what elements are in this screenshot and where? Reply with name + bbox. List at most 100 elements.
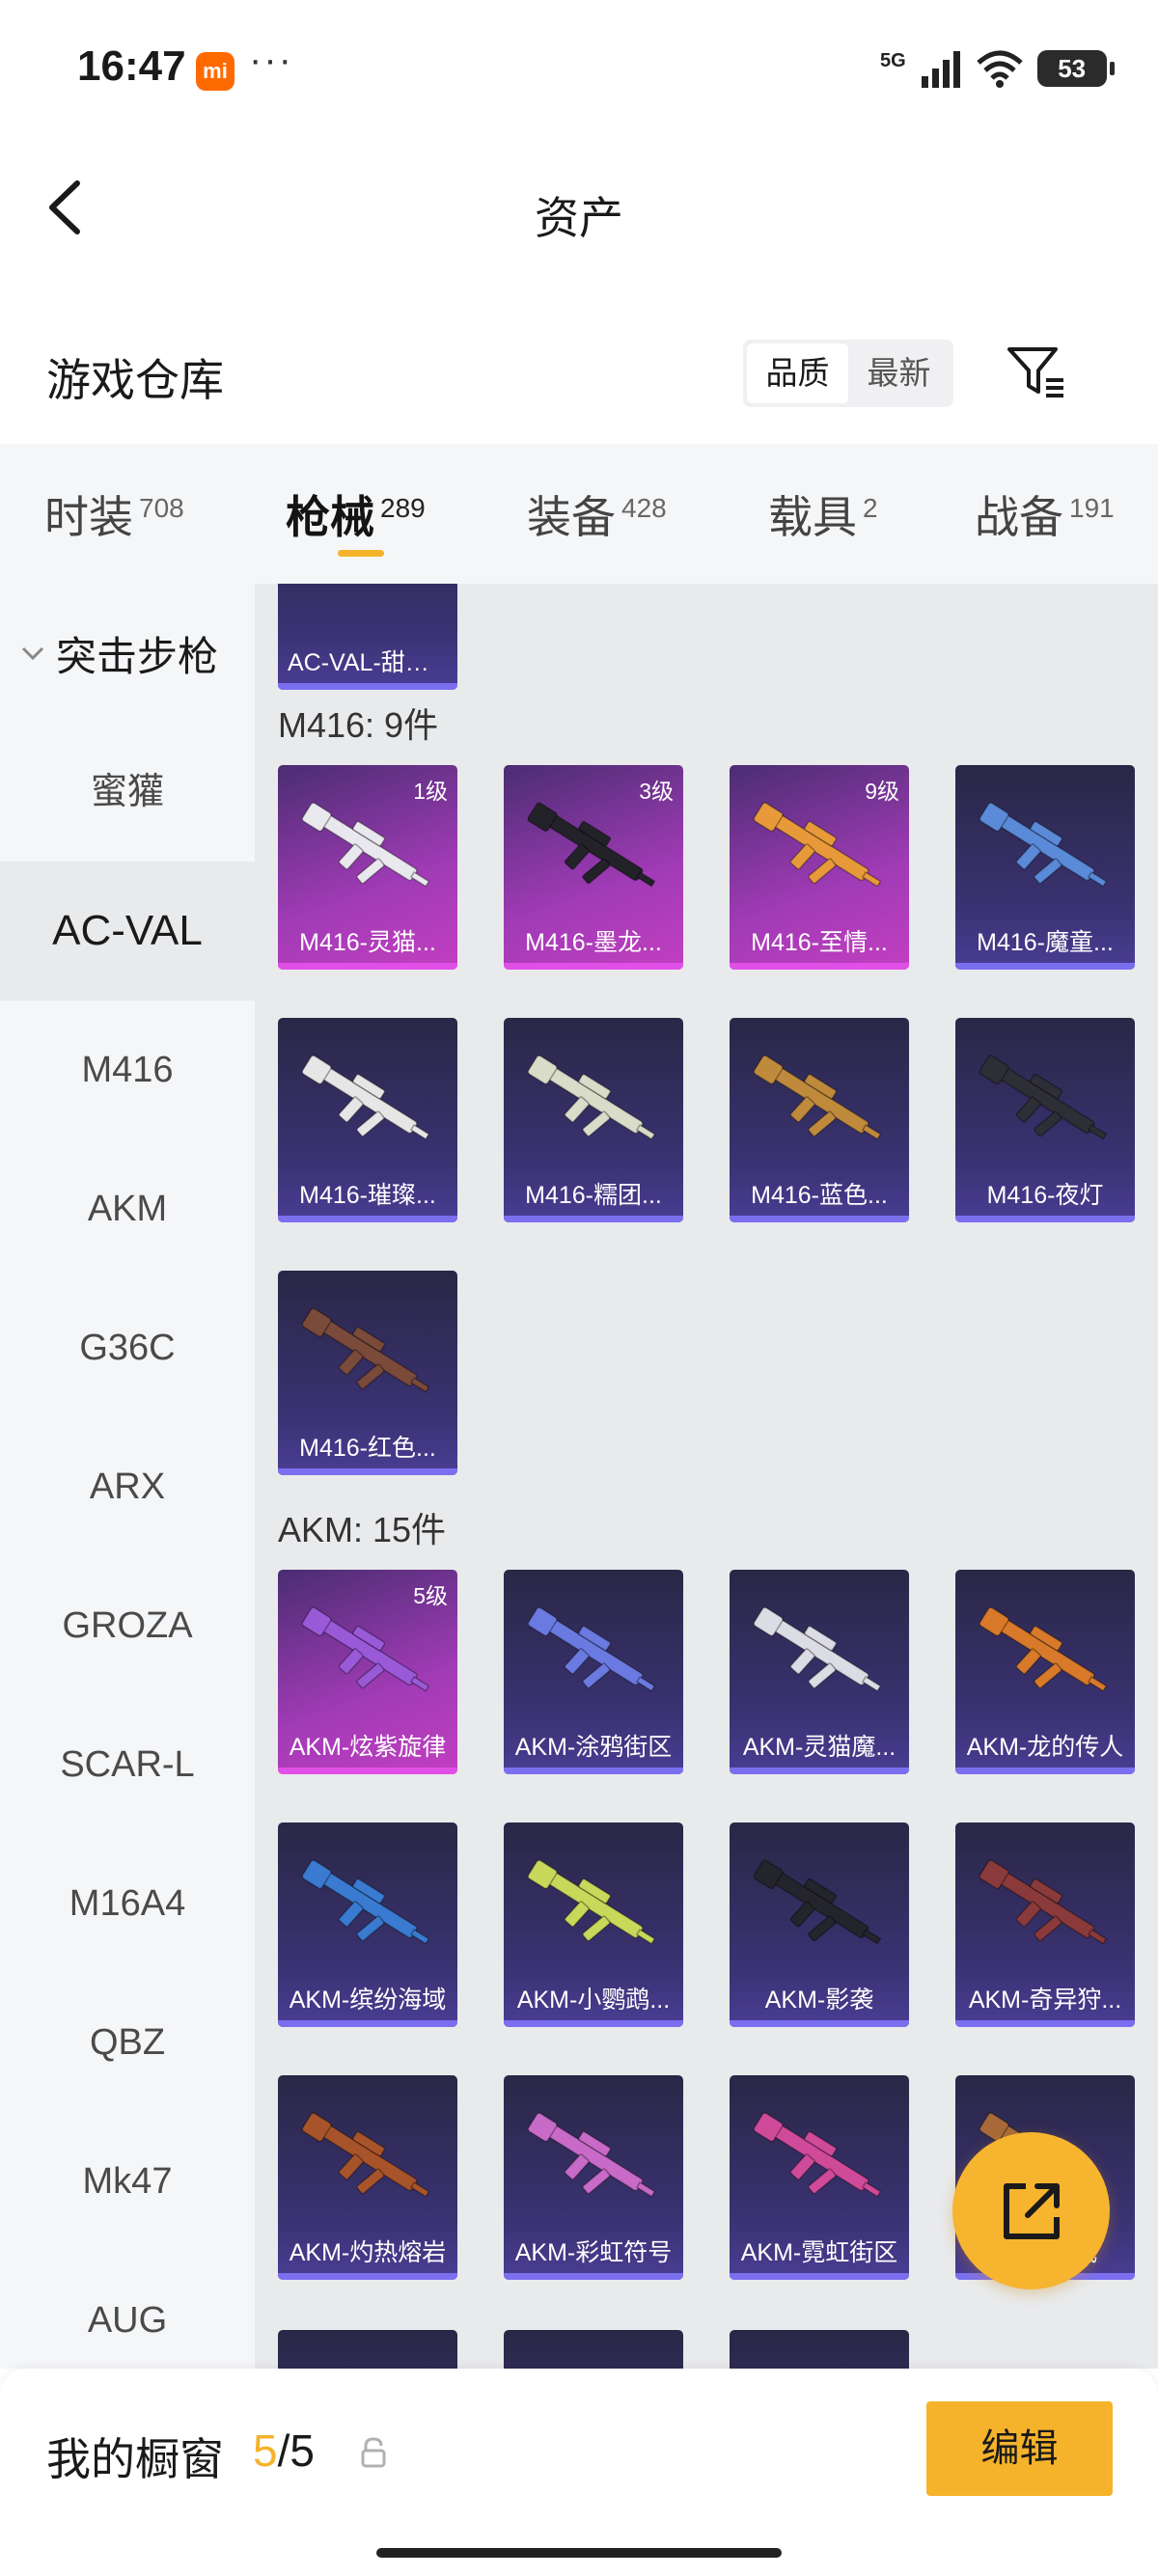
sidebar-item-akm[interactable]: AKM xyxy=(0,1139,255,1278)
sidebar-item-ac-val[interactable]: AC-VAL xyxy=(0,862,255,1000)
skin-level-badge: 5级 xyxy=(413,1583,448,1608)
tab-count: 428 xyxy=(621,492,667,523)
skin-name: M416-魔童... xyxy=(977,929,1114,956)
skin-card[interactable]: 1级 M416-灵猫... xyxy=(278,765,457,970)
status-icons: 5G 53 xyxy=(880,44,1115,93)
skin-card[interactable]: 5级 AKM-炫紫旋律 xyxy=(278,1570,457,1774)
rarity-bar xyxy=(730,2273,909,2280)
skin-card[interactable]: M416-魔童... xyxy=(955,765,1135,970)
weapon-skin-image xyxy=(753,1606,882,1692)
sidebar-item-aug[interactable]: AUG xyxy=(0,2251,255,2369)
skin-name: AC-VAL-甜猫... xyxy=(288,649,450,676)
skin-card-partial[interactable] xyxy=(504,2330,683,2369)
skin-card[interactable]: AKM-影袭 xyxy=(730,1822,909,2027)
status-bar: 16:47 mi ··· 5G 53 xyxy=(0,0,1158,135)
skin-level-badge: 1级 xyxy=(413,779,448,804)
weapon-skin-image xyxy=(301,1606,430,1692)
sort-by-newest-button[interactable]: 最新 xyxy=(848,343,950,403)
sidebar-item-arx[interactable]: ARX xyxy=(0,1417,255,1556)
weapon-skin-image xyxy=(753,2112,882,2198)
weapon-skin-image xyxy=(527,802,656,888)
chevron-down-icon xyxy=(21,646,44,661)
skin-card[interactable]: AC-VAL-甜猫... xyxy=(278,584,457,690)
skin-name: AKM-灼热熔岩 xyxy=(289,2239,447,2266)
weapon-skin-image xyxy=(527,2112,656,2198)
sort-toggle: 品质 最新 xyxy=(743,340,953,407)
sidebar-item-g36c[interactable]: G36C xyxy=(0,1278,255,1417)
active-tab-indicator xyxy=(338,550,384,557)
skin-name: M416-红色... xyxy=(299,1435,436,1462)
rarity-bar xyxy=(955,2020,1135,2027)
tab-equipment[interactable]: 装备 428 xyxy=(527,482,667,546)
rarity-bar xyxy=(955,1216,1135,1222)
skin-card[interactable]: M416-蓝色... xyxy=(730,1018,909,1222)
network-type-label: 5G xyxy=(880,49,906,71)
skin-card[interactable]: AKM-小鹦鹉... xyxy=(504,1822,683,2027)
tab-fashion[interactable]: 时装 708 xyxy=(44,482,184,546)
showcase-label: 我的橱窗 xyxy=(46,2434,224,2484)
rarity-bar xyxy=(955,963,1135,970)
tab-vehicles[interactable]: 载具 2 xyxy=(768,482,878,546)
skin-card[interactable]: 3级 M416-墨龙... xyxy=(504,765,683,970)
more-notifications-icon: ··· xyxy=(249,39,293,81)
skin-card[interactable]: M416-红色... xyxy=(278,1271,457,1475)
rarity-bar xyxy=(278,963,457,970)
skin-card[interactable]: AKM-彩虹符号 xyxy=(504,2075,683,2280)
weapon-skin-image xyxy=(301,802,430,888)
nav-group-assault-rifles[interactable]: 突击步枪 xyxy=(0,584,255,723)
skin-card-partial[interactable] xyxy=(730,2330,909,2369)
skin-name: AKM-奇异狩... xyxy=(968,1987,1122,2014)
weapon-type-sidebar: 突击步枪 蜜獾 AC-VAL M416 AKM G36C ARX GROZA S… xyxy=(0,584,255,2369)
skin-card[interactable]: AKM-灵猫魔... xyxy=(730,1570,909,1774)
sort-by-quality-button[interactable]: 品质 xyxy=(747,343,848,403)
sidebar-item-scar-l[interactable]: SCAR-L xyxy=(0,1695,255,1834)
skin-card[interactable]: 9级 M416-至情... xyxy=(730,765,909,970)
edit-button[interactable]: 编辑 xyxy=(926,2401,1113,2496)
rarity-bar xyxy=(504,1768,683,1774)
sidebar-item-m416[interactable]: M416 xyxy=(0,1000,255,1139)
skin-card[interactable]: AKM-霓虹街区 xyxy=(730,2075,909,2280)
skin-card[interactable]: M416-夜灯 xyxy=(955,1018,1135,1222)
skin-name: AKM-小鹦鹉... xyxy=(516,1987,671,2014)
warehouse-header: 游戏仓库 品质 最新 xyxy=(0,328,1158,444)
skin-card[interactable]: AKM-缤纷海域 xyxy=(278,1822,457,2027)
sidebar-item-qbz[interactable]: QBZ xyxy=(0,1973,255,2112)
showcase-count: 5/5 xyxy=(253,2425,315,2477)
rarity-bar xyxy=(278,2020,457,2027)
rarity-bar xyxy=(504,1216,683,1222)
skin-card[interactable]: M416-璀璨... xyxy=(278,1018,457,1222)
tab-count: 289 xyxy=(380,492,426,523)
weapon-skin-image xyxy=(301,1859,430,1945)
tab-supplies[interactable]: 战备 191 xyxy=(975,482,1115,546)
tab-firearms[interactable]: 枪械 289 xyxy=(286,482,426,546)
filter-icon[interactable] xyxy=(1004,342,1069,403)
rarity-bar xyxy=(730,2020,909,2027)
showcase-total: /5 xyxy=(277,2425,315,2476)
mi-app-icon: mi xyxy=(196,52,234,91)
skin-card[interactable]: AKM-涂鸦街区 xyxy=(504,1570,683,1774)
share-export-button[interactable] xyxy=(952,2132,1110,2289)
skin-name: AKM-龙的传人 xyxy=(966,1734,1124,1761)
rarity-bar xyxy=(278,2273,457,2280)
sidebar-item-honey-badger[interactable]: 蜜獾 xyxy=(0,723,255,862)
sidebar-item-groza[interactable]: GROZA xyxy=(0,1556,255,1695)
weapon-skin-image xyxy=(527,1606,656,1692)
weapon-skin-image xyxy=(753,1859,882,1945)
skin-card[interactable]: AKM-奇异狩... xyxy=(955,1822,1135,2027)
weapon-skin-image xyxy=(979,1859,1108,1945)
sidebar-item-mk47[interactable]: Mk47 xyxy=(0,2112,255,2251)
section-label-akm: AKM: 15件 xyxy=(278,1510,447,1549)
skin-card-partial[interactable] xyxy=(278,2330,457,2369)
tab-count: 708 xyxy=(139,492,184,523)
rarity-bar xyxy=(730,1216,909,1222)
skin-card[interactable]: AKM-灼热熔岩 xyxy=(278,2075,457,2280)
tab-label: 载具 xyxy=(768,492,857,542)
home-indicator xyxy=(376,2548,782,2558)
status-time: 16:47 xyxy=(77,42,186,90)
rarity-bar xyxy=(504,963,683,970)
sidebar-item-m16a4[interactable]: M16A4 xyxy=(0,1834,255,1973)
skin-card[interactable]: AKM-龙的传人 xyxy=(955,1570,1135,1774)
rarity-bar xyxy=(730,1768,909,1774)
skin-card[interactable]: M416-糯团... xyxy=(504,1018,683,1222)
weapon-skin-image xyxy=(301,1307,430,1393)
